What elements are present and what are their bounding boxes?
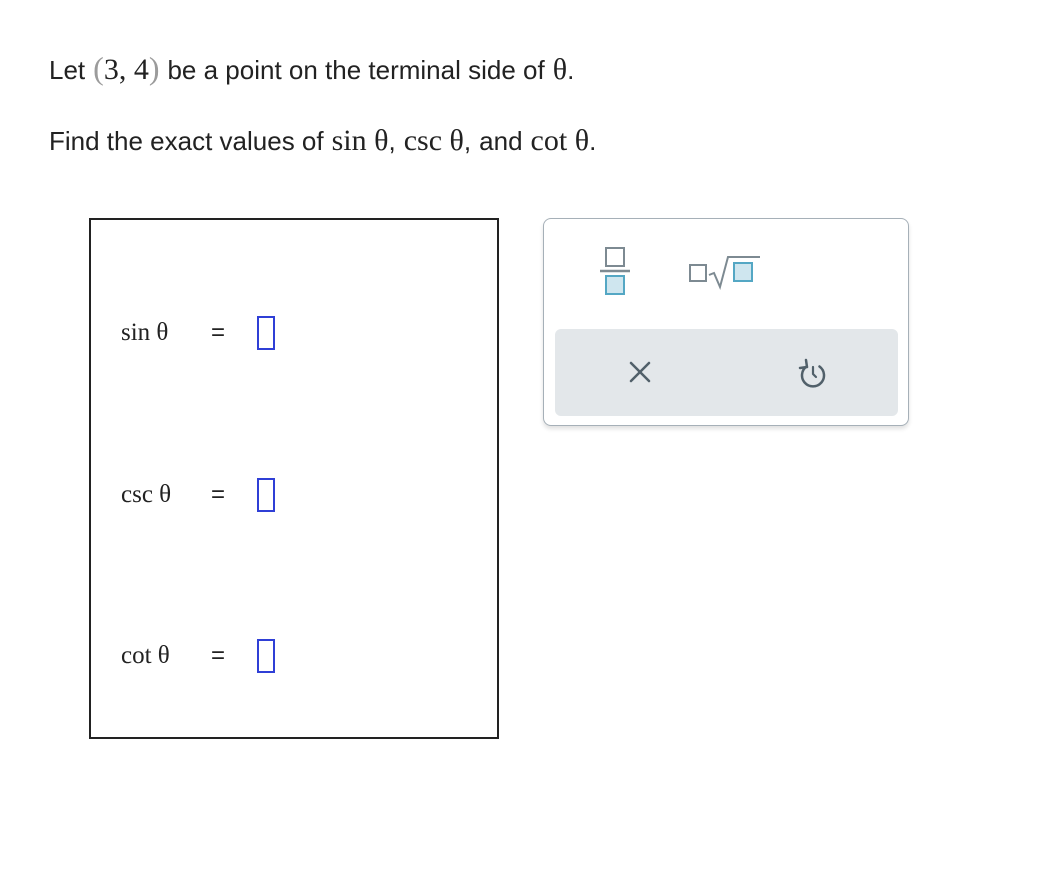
equals-sign: = [211, 319, 226, 346]
sin-answer-input[interactable] [257, 316, 275, 350]
csc-theta-expr: csc θ [403, 124, 464, 157]
theta-symbol: θ [552, 53, 568, 86]
close-icon [613, 352, 667, 394]
csc-answer-input[interactable] [257, 478, 275, 512]
cot-answer-row: cot θ = [121, 639, 275, 673]
sin-label: sin θ [121, 319, 169, 346]
undo-icon [786, 352, 840, 394]
prompt-text: Find the exact values of [49, 126, 324, 156]
point-open-paren: ( [93, 50, 104, 86]
prompt-line-1: Let ( 3, 4 ) be a point on the terminal … [49, 50, 574, 87]
math-tool-panel [543, 218, 909, 426]
prompt-line-2: Find the exact values of sin θ , csc θ ,… [49, 124, 596, 158]
prompt-text: and [479, 126, 523, 156]
sin-answer-row: sin θ = [121, 316, 275, 350]
prompt-period: . [589, 126, 597, 156]
cot-label: cot θ [121, 642, 170, 669]
csc-label: csc θ [121, 481, 172, 508]
square-root-button[interactable] [682, 251, 764, 291]
cot-answer-input[interactable] [257, 639, 275, 673]
fraction-icon [592, 245, 638, 295]
action-bar [555, 329, 898, 416]
fraction-button[interactable] [592, 245, 638, 295]
csc-answer-row: csc θ = [121, 478, 275, 512]
cot-theta-expr: cot θ [530, 124, 590, 157]
prompt-text: Let [49, 55, 86, 85]
prompt-text: be a point on the terminal side of [167, 55, 545, 85]
equals-sign: = [211, 642, 226, 669]
prompt-comma: , [388, 126, 396, 156]
square-root-icon [682, 251, 764, 291]
prompt-period: . [567, 55, 575, 85]
answer-box: sin θ = csc θ = cot θ = [89, 218, 499, 739]
equals-sign: = [211, 481, 226, 508]
undo-button[interactable] [786, 352, 840, 394]
point-close-paren: ) [148, 50, 160, 86]
clear-button[interactable] [613, 352, 667, 394]
point-values: 3, 4 [103, 53, 149, 86]
sin-theta-expr: sin θ [331, 124, 389, 157]
prompt-comma: , [463, 126, 472, 156]
